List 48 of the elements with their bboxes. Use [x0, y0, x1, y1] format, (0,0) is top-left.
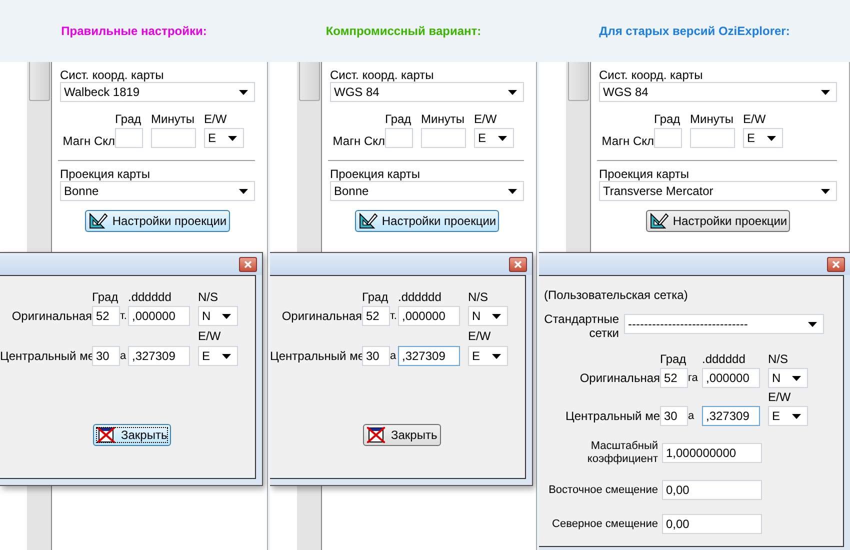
column-header: Град — [362, 290, 390, 304]
field-label: Центральный ме — [564, 409, 660, 423]
section-title: Для старых версий OziExplorer: — [599, 24, 790, 38]
field-label: т. — [120, 310, 128, 322]
field-label: Магн Скл — [62, 134, 115, 148]
section-title: Компромиссный вариант: — [326, 24, 482, 38]
column-header: E/W — [768, 390, 792, 404]
field-label: Сист. коорд. карты — [60, 68, 165, 82]
field-label: Стандартные сетки — [543, 312, 619, 340]
column-header: E/W — [204, 112, 228, 126]
column-header: .dddddd — [128, 290, 172, 304]
field-label: Оригинальная — [578, 371, 660, 385]
column-header: .dddddd — [702, 352, 746, 366]
column-header: E/W — [198, 329, 222, 343]
column-header: .dddddd — [398, 290, 442, 304]
field-label: га — [688, 372, 699, 384]
field-label: Проекция карты — [599, 167, 690, 181]
section-title: Правильные настройки: — [61, 24, 207, 38]
field-label: Сист. коорд. карты — [599, 68, 704, 82]
column-header: Град — [92, 290, 120, 304]
field-label: Магн Скл — [600, 134, 654, 148]
field-label: а — [688, 410, 696, 422]
column-header: E/W — [474, 112, 498, 126]
field-label: Проекция карты — [60, 167, 152, 181]
column-header: Град — [660, 352, 688, 366]
field-label: Восточное смещение — [548, 484, 659, 496]
field-label: Оригинальная — [10, 309, 92, 323]
field-label: а — [390, 350, 398, 362]
field-label: Проекция карты — [330, 167, 422, 181]
column-header: Град — [385, 112, 412, 126]
field-label: Северное смещение — [551, 518, 659, 530]
grid-name: (Пользовательская сетка) — [543, 288, 689, 302]
field-label: а — [120, 350, 128, 362]
column-header: Минуты — [690, 112, 734, 126]
field-label: Магн Скл — [332, 134, 385, 148]
column-header: N/S — [768, 352, 790, 366]
column-header: E/W — [743, 112, 767, 126]
field-label: т. — [390, 310, 398, 322]
field-label: Масштабный коэффициент — [586, 440, 659, 466]
column-header: Минуты — [151, 112, 196, 126]
column-header: Минуты — [421, 112, 466, 126]
field-label: Сист. коорд. карты — [330, 68, 435, 82]
column-header: E/W — [468, 329, 492, 343]
column-header: N/S — [468, 290, 490, 304]
column-header: Град — [115, 112, 142, 126]
column-header: N/S — [198, 290, 220, 304]
column-header: Град — [654, 112, 682, 126]
field-label: Оригинальная — [280, 309, 362, 323]
